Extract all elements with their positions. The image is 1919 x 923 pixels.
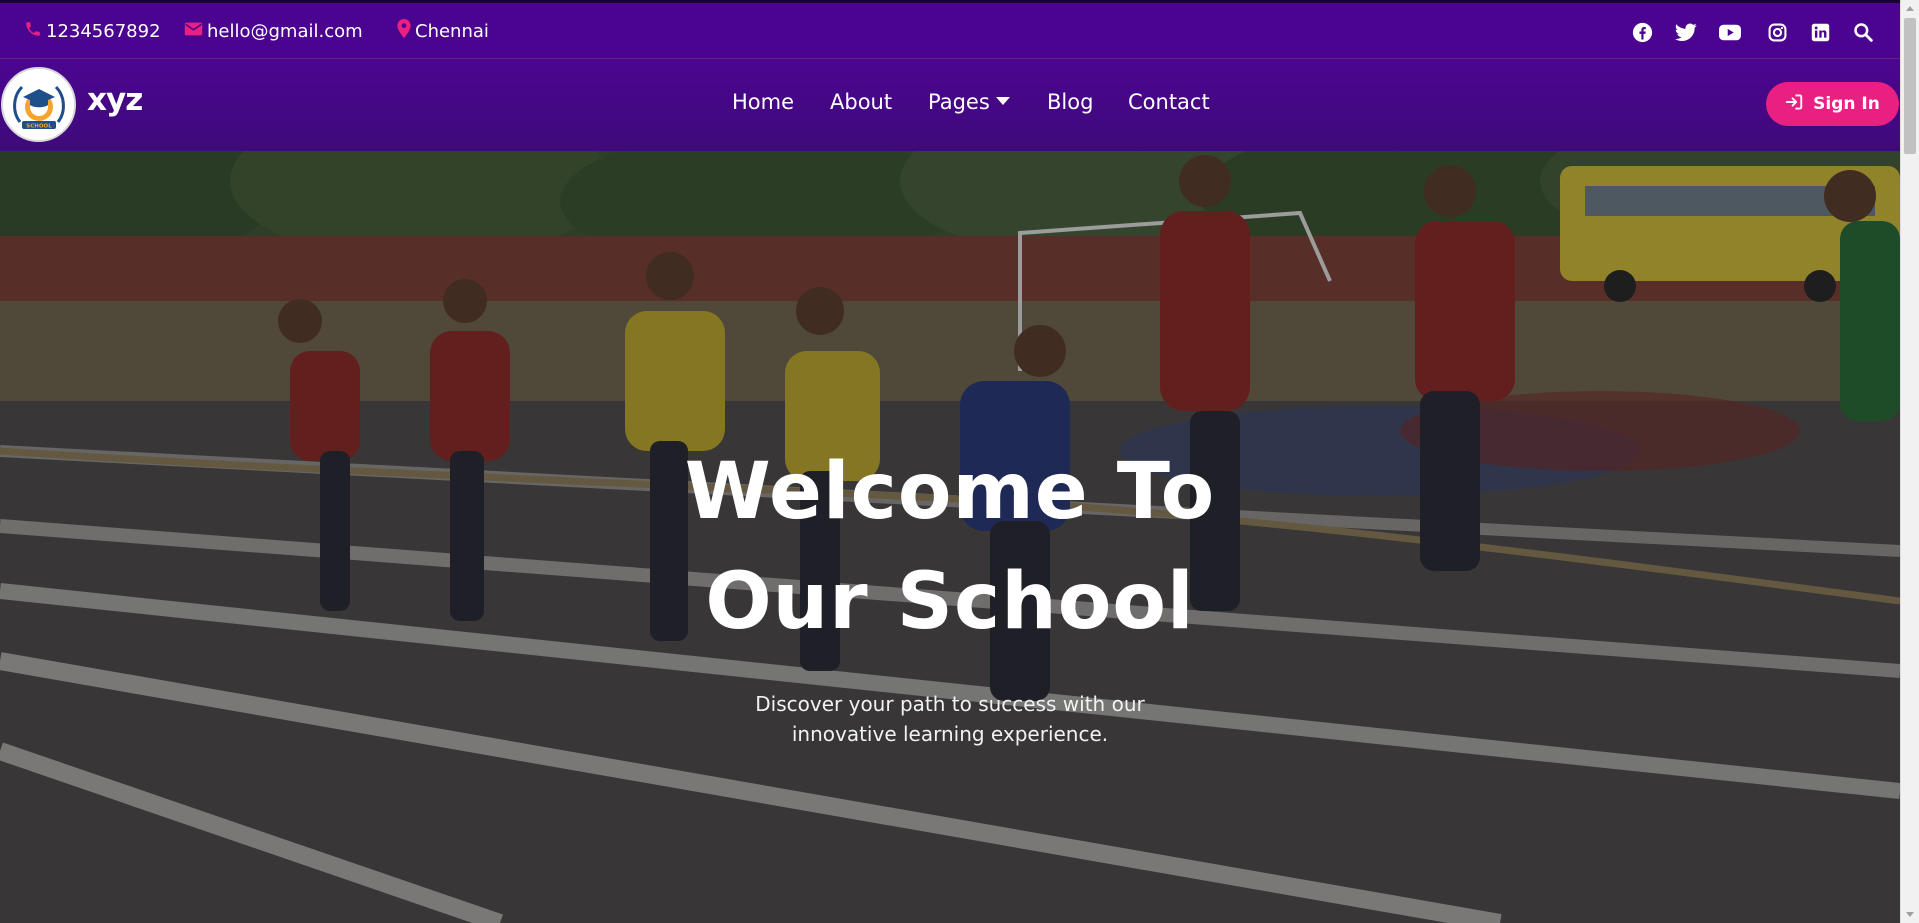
search-icon[interactable] — [1852, 21, 1874, 43]
nav-contact[interactable]: Contact — [1128, 90, 1210, 114]
contact-phone[interactable]: 1234567892 — [24, 3, 161, 59]
hero-section: Welcome To Our School Discover your path… — [0, 151, 1900, 923]
contact-location[interactable]: Chennai — [397, 3, 489, 59]
facebook-icon[interactable] — [1631, 21, 1653, 43]
twitter-icon[interactable] — [1675, 21, 1697, 43]
map-pin-icon — [397, 19, 415, 43]
hero-dark-overlay — [0, 151, 1900, 923]
main-navbar: SCHOOL xyz Home About Pages Blog Contact… — [0, 60, 1900, 151]
scroll-thumb[interactable] — [1904, 18, 1916, 154]
caret-down-icon — [995, 97, 1010, 105]
sign-in-button[interactable]: Sign In — [1766, 82, 1899, 126]
envelope-icon — [184, 21, 207, 42]
nav-home[interactable]: Home — [732, 90, 794, 114]
phone-icon — [24, 20, 46, 43]
nav-pages-label: Pages — [928, 90, 990, 114]
contact-email[interactable]: hello@gmail.com — [184, 3, 363, 59]
hero-subtitle: Discover your path to success with our i… — [755, 692, 1145, 746]
linkedin-icon[interactable] — [1809, 21, 1831, 43]
school-logo[interactable]: SCHOOL — [1, 67, 76, 142]
sign-in-icon — [1785, 94, 1803, 115]
sign-in-label: Sign In — [1813, 94, 1880, 114]
hero-title-line-1: Welcome To — [684, 447, 1216, 537]
email-address: hello@gmail.com — [207, 20, 363, 42]
brand-name[interactable]: xyz — [87, 82, 143, 118]
page: 1234567892 hello@gmail.com Chennai SCHOO… — [0, 0, 1900, 923]
instagram-icon[interactable] — [1766, 21, 1788, 43]
youtube-icon[interactable] — [1719, 21, 1741, 43]
scroll-up-arrow-icon[interactable] — [1906, 6, 1914, 11]
scroll-down-arrow-icon[interactable] — [1906, 912, 1914, 917]
nav-about[interactable]: About — [830, 90, 892, 114]
hero-title-line-2: Our School — [705, 557, 1195, 647]
nav-pages[interactable]: Pages — [928, 90, 1010, 114]
school-emblem-icon: SCHOOL — [12, 85, 65, 129]
nav-blog[interactable]: Blog — [1047, 90, 1093, 114]
location-text: Chennai — [415, 20, 489, 42]
phone-number: 1234567892 — [46, 20, 161, 42]
svg-text:SCHOOL: SCHOOL — [26, 123, 52, 129]
contact-topbar: 1234567892 hello@gmail.com Chennai — [0, 3, 1900, 59]
page-scrollbar[interactable] — [1900, 0, 1919, 923]
